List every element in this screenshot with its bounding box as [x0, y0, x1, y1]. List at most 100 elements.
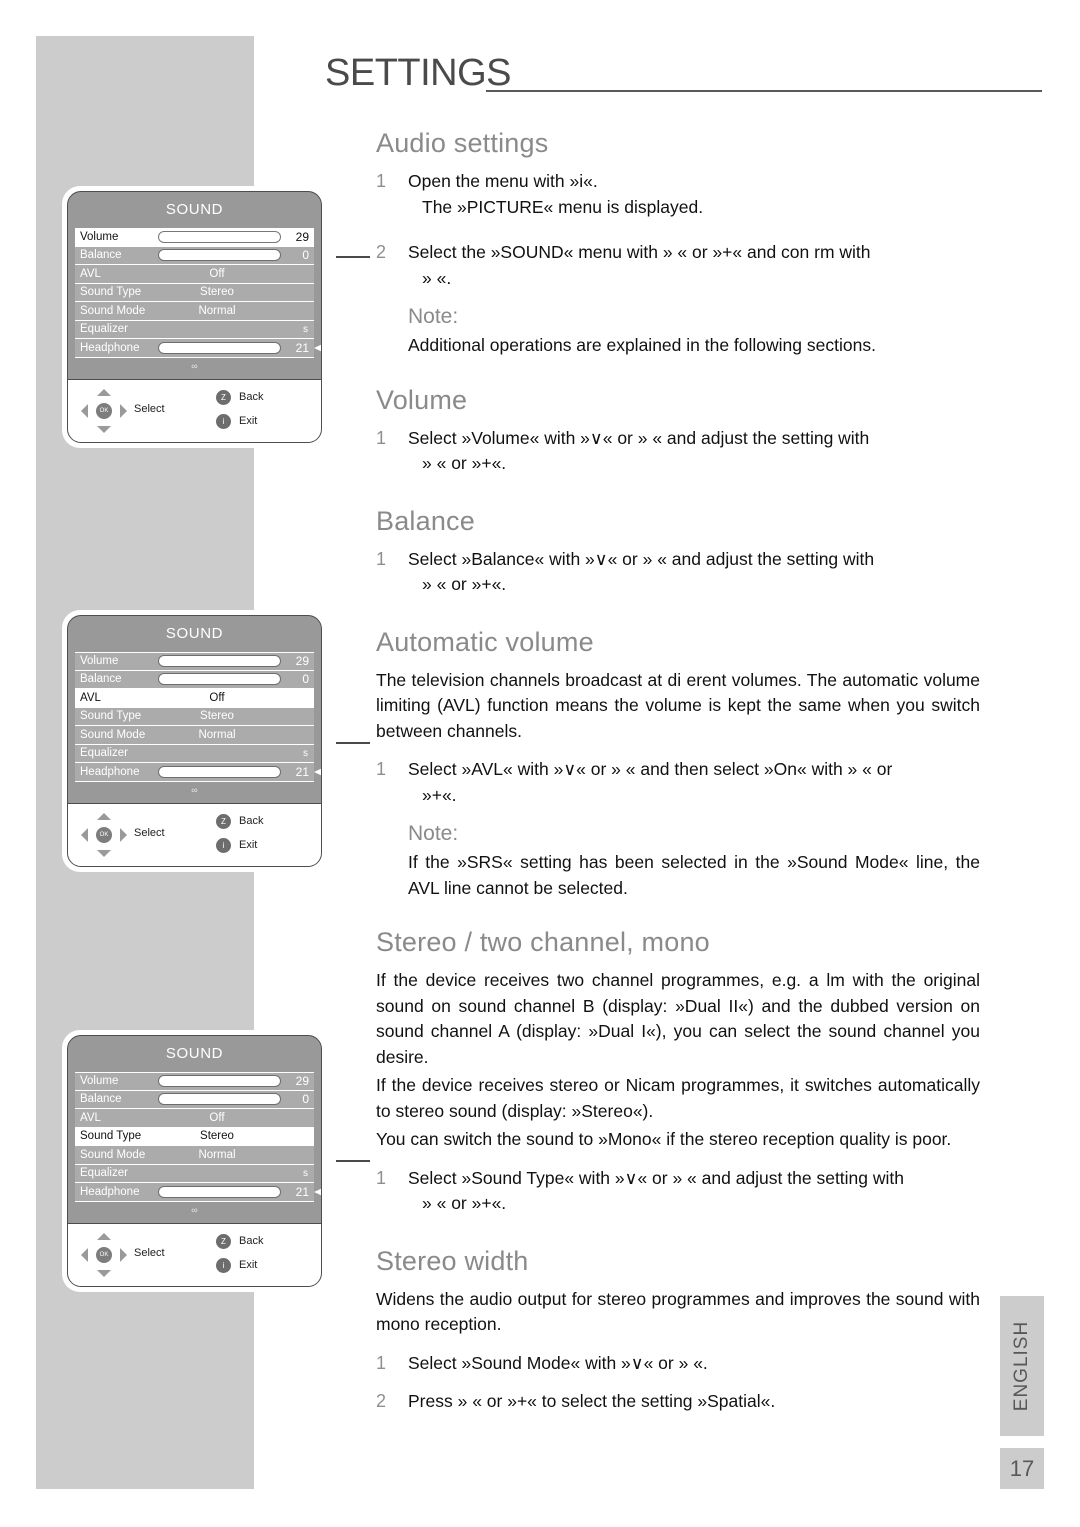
osd-title: SOUND	[165, 625, 224, 642]
osd-row-headphone[interactable]: Headphone 21	[75, 339, 321, 358]
osd-row-value: Normal	[198, 304, 236, 317]
osd-row-equalizer[interactable]: Equalizer s	[75, 320, 314, 339]
osd-row-sound-mode[interactable]: Sound Mode Normal	[75, 302, 314, 321]
osd-row-sound-type[interactable]: Sound Type Stereo	[75, 1127, 314, 1146]
step-balance-1: 1 Select »Balance« with »∨« or » « and a…	[376, 547, 980, 598]
balance-slider[interactable]	[158, 673, 281, 686]
osd-row-sound-type[interactable]: Sound Type Stereo	[75, 283, 314, 302]
nav-select-label: Select	[134, 1246, 165, 1259]
osd-row-label: Volume	[80, 1075, 119, 1088]
nav-exit-item[interactable]: i Exit	[216, 1257, 257, 1273]
osd-inner: SOUND Volume 29 Balance 0 AVL Off Sound …	[67, 1035, 322, 1287]
osd-footer-symbol: ∞	[191, 784, 198, 795]
headphone-slider[interactable]	[158, 765, 281, 778]
heading-audio-settings: Audio settings	[376, 128, 549, 158]
osd-row-value: Off	[209, 691, 225, 704]
step-number: 2	[376, 242, 387, 263]
main-content-column: Audio settings 1 Open the menu with »i«.…	[376, 128, 980, 1418]
nav-back-item[interactable]: Z Back	[216, 813, 263, 829]
osd-row-sound-mode[interactable]: Sound Mode Normal	[75, 726, 314, 745]
osd-row-value: 29	[295, 654, 309, 669]
osd-row-value: 29	[295, 230, 309, 245]
nav-back-item[interactable]: Z Back	[216, 1233, 263, 1249]
osd-row-volume[interactable]: Volume 29	[75, 1072, 314, 1091]
osd-row-sound-type[interactable]: Sound Type Stereo	[75, 707, 314, 726]
step-text: Select »Volume« with »∨« or » « and adju…	[408, 427, 870, 448]
osd-row-equalizer[interactable]: Equalizer s	[75, 744, 314, 763]
nav-exit-item[interactable]: i Exit	[216, 837, 257, 853]
osd-row-balance[interactable]: Balance 0	[75, 246, 314, 265]
osd-row-sound-mode[interactable]: Sound Mode Normal	[75, 1146, 314, 1165]
nav-select-label: Select	[134, 826, 165, 839]
step-subtext: » « or »+«.	[422, 453, 507, 474]
osd-row-label: AVL	[80, 1111, 101, 1124]
nav-exit-label: Exit	[239, 415, 258, 427]
info-key-icon: i	[216, 837, 231, 853]
osd-row-label: Balance	[80, 1093, 122, 1106]
osd-row-value: 21	[295, 764, 309, 779]
osd-panel-volume: SOUND Volume 29 Balance 0 AVL Off Sound …	[62, 186, 327, 448]
osd-panel-avl: SOUND Volume 29 Balance 0 AVL Off Sound …	[62, 610, 327, 872]
step-subtext: » « or »+«.	[422, 574, 507, 595]
step-text: Press » « or »+« to select the setting »…	[408, 1391, 776, 1412]
nav-exit-item[interactable]: i Exit	[216, 413, 258, 429]
heading-automatic-volume: Automatic volume	[376, 626, 594, 657]
osd-row-headphone[interactable]: Headphone 21	[75, 763, 321, 782]
osd-row-balance[interactable]: Balance 0	[75, 670, 314, 689]
note-label-audio: Note:	[408, 305, 459, 329]
dpad-icon[interactable]: OK	[81, 1232, 127, 1277]
balance-slider[interactable]	[158, 249, 281, 262]
step-stereo-width-1: 1 Select »Sound Mode« with »∨« or » «.	[376, 1351, 980, 1377]
osd-row-label: Balance	[80, 249, 122, 262]
para-automatic-volume-1: The television channels broadcast at di …	[376, 669, 980, 741]
dpad-icon[interactable]: OK	[81, 388, 127, 433]
ok-button[interactable]: OK	[96, 402, 112, 419]
heading-stereo-two-channel: Stereo / two channel, mono	[376, 927, 710, 958]
ok-button[interactable]: OK	[96, 1246, 112, 1263]
title-rule	[486, 90, 1042, 92]
osd-row-value: Normal	[198, 728, 236, 741]
dpad-icon[interactable]: OK	[81, 812, 127, 857]
headphone-pointer-arrow-icon	[314, 1184, 321, 1199]
page-number: 17	[1000, 1448, 1044, 1489]
osd-row-equalizer[interactable]: Equalizer s	[75, 1164, 314, 1183]
osd-row-label: AVL	[80, 267, 101, 280]
headphone-slider[interactable]	[158, 341, 281, 354]
step-number: 1	[376, 427, 387, 448]
osd-row-value: 29	[295, 1074, 309, 1089]
osd-inner: SOUND Volume 29 Balance 0 AVL Off Sound …	[67, 191, 322, 443]
osd-row-value: 0	[302, 248, 309, 263]
headphone-pointer-arrow-icon	[314, 764, 321, 779]
z-key-icon: Z	[216, 1233, 231, 1249]
step-subtext: »+«.	[422, 784, 457, 805]
osd-row-value: Normal	[198, 1148, 236, 1161]
info-key-icon: i	[216, 413, 231, 429]
osd-row-volume[interactable]: Volume 29	[75, 228, 314, 247]
volume-slider[interactable]	[158, 1075, 281, 1088]
osd-row-label: Volume	[80, 231, 119, 244]
headphone-slider[interactable]	[158, 1185, 281, 1198]
osd-row-value: Stereo	[200, 710, 234, 723]
ok-button[interactable]: OK	[96, 826, 112, 843]
osd-row-avl[interactable]: AVL Off	[75, 1109, 314, 1128]
para-stereo-width-1: Widens the audio output for stereo progr…	[376, 1288, 980, 1335]
osd-row-label: Sound Type	[80, 710, 142, 723]
osd-row-avl[interactable]: AVL Off	[75, 689, 314, 708]
osd-row-label: Sound Type	[80, 1130, 142, 1143]
page-title: SETTINGS	[325, 52, 512, 94]
step-number: 1	[376, 759, 387, 780]
osd-inner: SOUND Volume 29 Balance 0 AVL Off Sound …	[67, 615, 322, 867]
heading-balance: Balance	[376, 505, 475, 536]
note-body-avl: If the »SRS« setting has been selected i…	[408, 852, 980, 898]
volume-slider[interactable]	[158, 655, 281, 668]
osd-row-balance[interactable]: Balance 0	[75, 1090, 314, 1109]
balance-slider[interactable]	[158, 1093, 281, 1106]
osd-row-avl[interactable]: AVL Off	[75, 265, 314, 284]
osd-row-value: s	[303, 747, 308, 759]
volume-slider[interactable]	[158, 231, 281, 244]
osd-row-headphone[interactable]: Headphone 21	[75, 1183, 321, 1202]
step-audio-1: 1 Open the menu with »i«. The »PICTURE« …	[376, 169, 980, 220]
nav-back-item[interactable]: Z Back	[216, 389, 263, 405]
osd-row-volume[interactable]: Volume 29	[75, 652, 314, 671]
osd-row-label: Sound Mode	[80, 304, 146, 317]
